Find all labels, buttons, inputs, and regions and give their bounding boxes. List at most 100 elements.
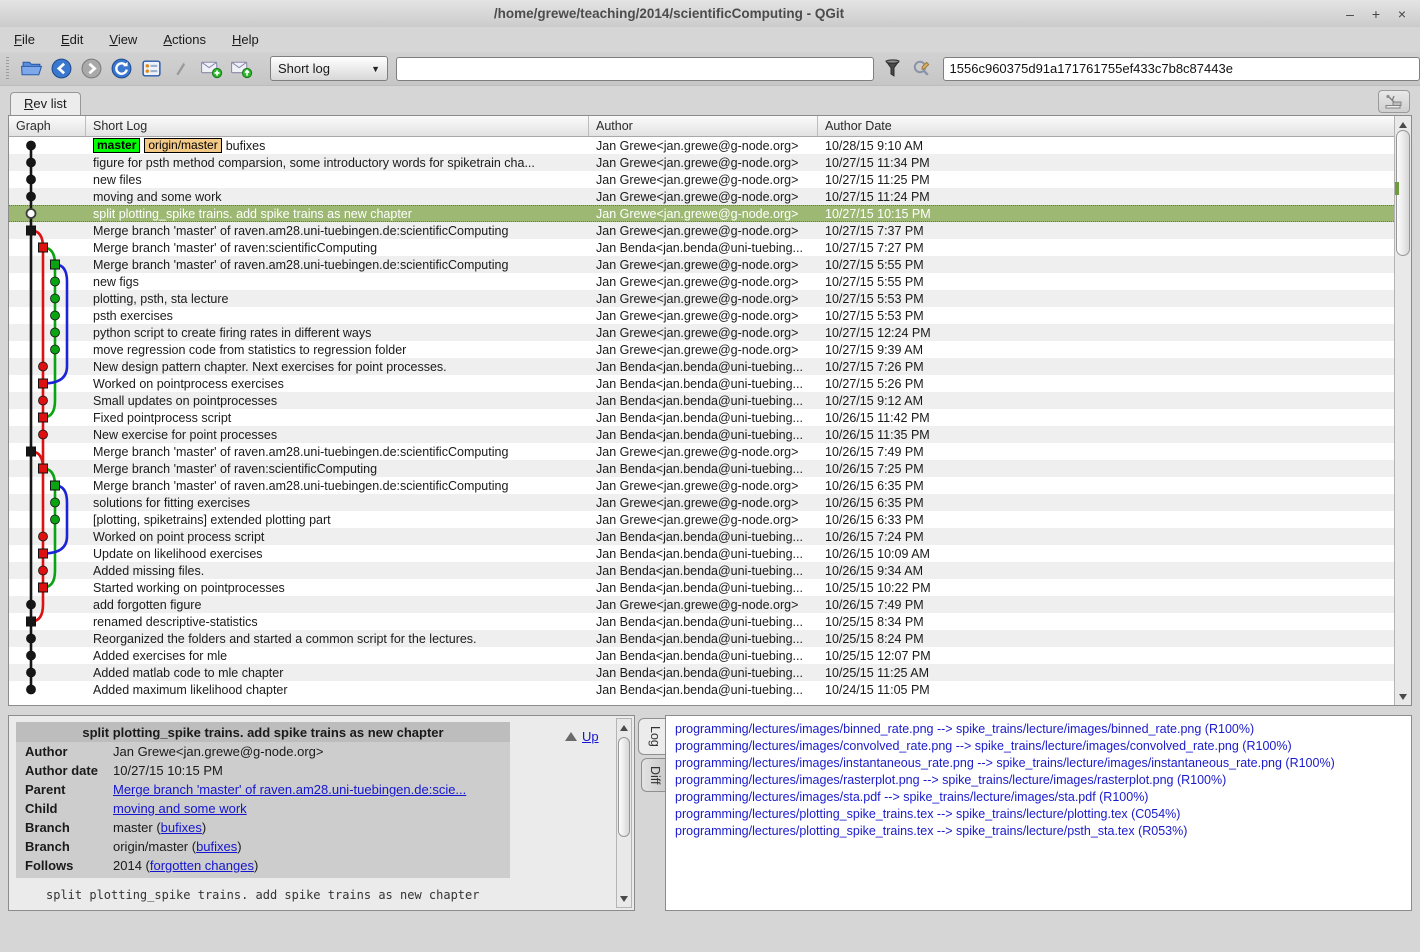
commit-row[interactable]: Small updates on pointprocessesJan Benda… bbox=[9, 392, 1394, 409]
commit-row[interactable]: [plotting, spiketrains] extended plottin… bbox=[9, 511, 1394, 528]
author-cell: Jan Grewe<jan.grewe@g-node.org> bbox=[589, 326, 818, 340]
short-log-cell: Started working on pointprocesses bbox=[86, 581, 589, 595]
commit-subject: python script to create firing rates in … bbox=[93, 326, 371, 340]
graph-cell bbox=[9, 443, 86, 460]
scroll-down-icon[interactable] bbox=[1395, 689, 1411, 704]
back-icon[interactable] bbox=[49, 56, 74, 81]
filter-funnel-icon[interactable] bbox=[883, 58, 902, 79]
commit-row[interactable]: Merge branch 'master' of raven:scientifi… bbox=[9, 239, 1394, 256]
menu-help[interactable]: Help bbox=[232, 32, 259, 47]
commit-subject: Merge branch 'master' of raven:scientifi… bbox=[93, 241, 377, 255]
wand-icon[interactable] bbox=[169, 56, 194, 81]
detach-tab-button[interactable] bbox=[1378, 90, 1410, 113]
commit-row[interactable]: Added missing files.Jan Benda<jan.benda@… bbox=[9, 562, 1394, 579]
author-cell: Jan Benda<jan.benda@uni-tuebing... bbox=[589, 377, 818, 391]
short-log-cell: Merge branch 'master' of raven:scientifi… bbox=[86, 241, 589, 255]
commit-row[interactable]: Merge branch 'master' of raven.am28.uni-… bbox=[9, 256, 1394, 273]
diff-file-line[interactable]: programming/lectures/images/convolved_ra… bbox=[675, 738, 1411, 755]
column-header-author[interactable]: Author bbox=[589, 116, 818, 136]
open-folder-icon[interactable] bbox=[19, 56, 44, 81]
sha-input[interactable] bbox=[943, 57, 1420, 81]
commit-link[interactable]: bufixes bbox=[196, 839, 237, 854]
apply-patch-icon[interactable] bbox=[229, 56, 254, 81]
commit-row[interactable]: New exercise for point processesJan Bend… bbox=[9, 426, 1394, 443]
commit-row[interactable]: Added matlab code to mle chapterJan Bend… bbox=[9, 664, 1394, 681]
menu-actions[interactable]: Actions bbox=[163, 32, 206, 47]
tab-rev-list[interactable]: Rev list bbox=[10, 92, 81, 115]
commit-row[interactable]: Worked on pointprocess exercisesJan Bend… bbox=[9, 375, 1394, 392]
commit-row[interactable]: Update on likelihood exercisesJan Benda<… bbox=[9, 545, 1394, 562]
commit-row[interactable]: Worked on point process scriptJan Benda<… bbox=[9, 528, 1394, 545]
diff-file-line[interactable]: programming/lectures/plotting_spike_trai… bbox=[675, 823, 1411, 840]
commit-link[interactable]: moving and some work bbox=[113, 801, 247, 816]
scroll-up-icon[interactable] bbox=[617, 720, 631, 735]
detail-field: Childmoving and some work bbox=[16, 799, 510, 818]
detail-field: ParentMerge branch 'master' of raven.am2… bbox=[16, 780, 510, 799]
commit-row[interactable]: Fixed pointprocess scriptJan Benda<jan.b… bbox=[9, 409, 1394, 426]
commit-link[interactable]: bufixes bbox=[161, 820, 202, 835]
commit-row[interactable]: add forgotten figureJan Grewe<jan.grewe@… bbox=[9, 596, 1394, 613]
commit-subject: Added matlab code to mle chapter bbox=[93, 666, 283, 680]
commit-row[interactable]: Started working on pointprocessesJan Ben… bbox=[9, 579, 1394, 596]
commit-row[interactable]: Added maximum likelihood chapterJan Bend… bbox=[9, 681, 1394, 698]
commit-row[interactable]: New design pattern chapter. Next exercis… bbox=[9, 358, 1394, 375]
commit-row[interactable]: figure for psth method comparsion, some … bbox=[9, 154, 1394, 171]
graph-cell bbox=[9, 545, 86, 562]
save-patch-icon[interactable] bbox=[199, 56, 224, 81]
filter-input[interactable] bbox=[396, 57, 873, 81]
up-control[interactable]: Up bbox=[565, 729, 599, 744]
close-icon[interactable]: × bbox=[1390, 4, 1414, 24]
commit-row[interactable]: Merge branch 'master' of raven.am28.uni-… bbox=[9, 222, 1394, 239]
commit-row[interactable]: masterorigin/masterbufixesJan Grewe<jan.… bbox=[9, 137, 1394, 154]
commit-row[interactable]: new figsJan Grewe<jan.grewe@g-node.org>1… bbox=[9, 273, 1394, 290]
commit-row[interactable]: split plotting_spike trains. add spike t… bbox=[9, 205, 1394, 222]
author-date-cell: 10/27/15 5:53 PM bbox=[818, 309, 1394, 323]
scrollbar-thumb[interactable] bbox=[618, 737, 630, 837]
graph-cell bbox=[9, 188, 86, 205]
commit-row[interactable]: Merge branch 'master' of raven.am28.uni-… bbox=[9, 477, 1394, 494]
column-header-short-log[interactable]: Short Log bbox=[86, 116, 589, 136]
commit-row[interactable]: Merge branch 'master' of raven.am28.uni-… bbox=[9, 443, 1394, 460]
tab-log[interactable]: Log bbox=[638, 718, 665, 755]
revlist-scrollbar[interactable] bbox=[1394, 116, 1411, 705]
reload-icon[interactable] bbox=[109, 56, 134, 81]
view-list-icon[interactable] bbox=[139, 56, 164, 81]
commit-link[interactable]: Merge branch 'master' of raven.am28.uni-… bbox=[113, 782, 466, 797]
commit-row[interactable]: Added exercises for mleJan Benda<jan.ben… bbox=[9, 647, 1394, 664]
minimize-icon[interactable]: – bbox=[1338, 4, 1362, 24]
commit-row[interactable]: Merge branch 'master' of raven:scientifi… bbox=[9, 460, 1394, 477]
commit-subject: psth exercises bbox=[93, 309, 173, 323]
commit-link[interactable]: forgotten changes bbox=[150, 858, 254, 873]
tab-diff[interactable]: Diff bbox=[641, 758, 665, 793]
commit-row[interactable]: Reorganized the folders and started a co… bbox=[9, 630, 1394, 647]
diff-file-line[interactable]: programming/lectures/images/instantaneou… bbox=[675, 755, 1411, 772]
up-link[interactable]: Up bbox=[582, 729, 599, 744]
diff-file-line[interactable]: programming/lectures/plotting_spike_trai… bbox=[675, 806, 1411, 823]
detail-scrollbar[interactable] bbox=[616, 718, 632, 908]
menu-edit[interactable]: Edit bbox=[61, 32, 83, 47]
maximize-icon[interactable]: + bbox=[1364, 4, 1388, 24]
forward-icon[interactable] bbox=[79, 56, 104, 81]
commit-row[interactable]: python script to create firing rates in … bbox=[9, 324, 1394, 341]
commit-row[interactable]: renamed descriptive-statisticsJan Benda<… bbox=[9, 613, 1394, 630]
diff-file-line[interactable]: programming/lectures/images/binned_rate.… bbox=[675, 721, 1411, 738]
column-header-author-date[interactable]: Author Date bbox=[818, 116, 1394, 136]
commit-subject: Merge branch 'master' of raven.am28.uni-… bbox=[93, 224, 508, 238]
menu-view[interactable]: View bbox=[109, 32, 137, 47]
commit-row[interactable]: new filesJan Grewe<jan.grewe@g-node.org>… bbox=[9, 171, 1394, 188]
scroll-down-icon[interactable] bbox=[617, 891, 631, 906]
detail-field-value: Merge branch 'master' of raven.am28.uni-… bbox=[113, 781, 510, 798]
search-sha-icon[interactable] bbox=[911, 58, 933, 80]
detail-text: Jan Grewe<jan.grewe@g-node.org> bbox=[113, 744, 324, 759]
diff-file-line[interactable]: programming/lectures/images/sta.pdf --> … bbox=[675, 789, 1411, 806]
view-mode-select[interactable]: Short log ▼ bbox=[270, 56, 388, 81]
commit-row[interactable]: psth exercisesJan Grewe<jan.grewe@g-node… bbox=[9, 307, 1394, 324]
commit-row[interactable]: solutions for fitting exercisesJan Grewe… bbox=[9, 494, 1394, 511]
diff-file-line[interactable]: programming/lectures/images/rasterplot.p… bbox=[675, 772, 1411, 789]
commit-row[interactable]: plotting, psth, sta lectureJan Grewe<jan… bbox=[9, 290, 1394, 307]
commit-row[interactable]: moving and some workJan Grewe<jan.grewe@… bbox=[9, 188, 1394, 205]
commit-row[interactable]: move regression code from statistics to … bbox=[9, 341, 1394, 358]
author-date-cell: 10/27/15 9:39 AM bbox=[818, 343, 1394, 357]
column-header-graph[interactable]: Graph bbox=[9, 116, 86, 136]
menu-file[interactable]: File bbox=[14, 32, 35, 47]
